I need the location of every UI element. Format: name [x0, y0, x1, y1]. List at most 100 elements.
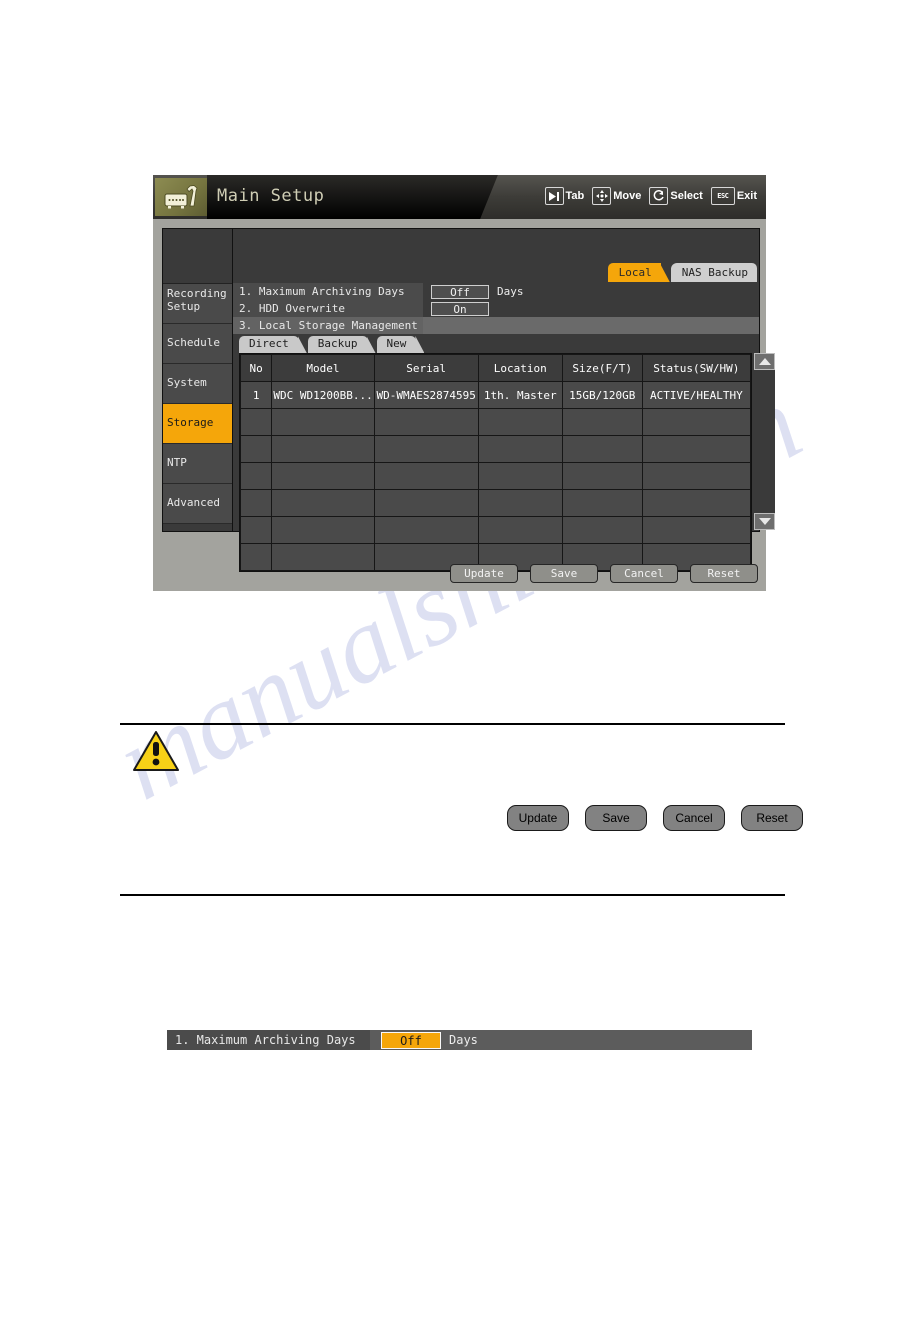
column-header-location: Location	[477, 354, 563, 382]
sidebar-item-recording-setup[interactable]: Recording Setup	[163, 284, 232, 324]
update-button[interactable]: Update	[450, 564, 518, 583]
setting-row-hdd-overwrite[interactable]: 2. HDD Overwrite On	[233, 300, 759, 317]
max-archiving-days-detail-strip: 1. Maximum Archiving Days Off Days	[167, 1030, 752, 1050]
cell-empty	[271, 408, 375, 436]
dvr-setup-panel: Main Setup Tab Move Select ESC Exit Reco…	[153, 175, 775, 591]
storage-source-tabs: Local NAS Backup	[607, 263, 757, 282]
setting-value-area	[423, 317, 759, 334]
panel-body: Recording Setup Schedule System Storage …	[162, 228, 775, 572]
cell-empty	[271, 489, 375, 517]
sidebar-item-label: Recording Setup	[167, 287, 227, 313]
table-row[interactable]	[239, 408, 752, 436]
column-header-size: Size(F/T)	[561, 354, 643, 382]
sidebar-item-advanced[interactable]: Advanced	[163, 484, 232, 524]
hint-move: Move	[592, 187, 646, 205]
esc-key-icon: ESC	[710, 187, 735, 205]
cell-empty	[561, 516, 643, 544]
sidebar-tail	[163, 524, 232, 525]
tab-new-label: New	[386, 337, 407, 350]
table-row[interactable]	[239, 435, 752, 463]
table-row[interactable]	[239, 462, 752, 490]
note-cancel-button[interactable]: Cancel	[663, 805, 725, 831]
save-button[interactable]: Save	[530, 564, 598, 583]
table-header-row: No Model Serial Location Size(F/T) Statu…	[239, 354, 752, 382]
sidebar-item-schedule[interactable]: Schedule	[163, 324, 232, 364]
column-header-no: No	[239, 354, 273, 382]
scroll-down-button[interactable]	[754, 513, 775, 530]
scroll-up-button[interactable]	[754, 353, 775, 370]
setting-row-max-archiving-days[interactable]: 1. Maximum Archiving Days Off Days	[233, 283, 759, 300]
sidebar-item-label: System	[167, 376, 207, 389]
setting-label: 1. Maximum Archiving Days	[233, 283, 423, 300]
note-action-buttons: Update Save Cancel Reset	[507, 805, 803, 831]
column-header-status: Status(SW/HW)	[641, 354, 752, 382]
cell-empty	[373, 516, 479, 544]
cell-empty	[271, 462, 375, 490]
cell-empty	[561, 408, 643, 436]
cancel-button[interactable]: Cancel	[610, 564, 678, 583]
enter-key-icon	[649, 187, 669, 205]
cell-empty	[239, 435, 273, 463]
table-scrollbar[interactable]	[754, 353, 775, 530]
tab-direct-label: Direct	[249, 337, 289, 350]
cell-empty	[641, 435, 752, 463]
sidebar-item-label: Advanced	[167, 496, 220, 509]
column-header-serial: Serial	[373, 354, 479, 382]
sidebar-item-label: Storage	[167, 416, 214, 429]
cell-empty	[239, 516, 273, 544]
tab-direct[interactable]: Direct	[239, 336, 299, 353]
tab-new[interactable]: New	[376, 336, 417, 353]
hint-exit-label: Exit	[736, 190, 757, 202]
title-bar: Main Setup Tab Move Select ESC Exit	[153, 175, 766, 219]
cell-empty	[561, 462, 643, 490]
router-wrench-icon	[155, 178, 207, 216]
setting-label: 2. HDD Overwrite	[233, 300, 423, 317]
max-archiving-days-value[interactable]: Off	[431, 284, 489, 299]
hint-tab-label: Tab	[565, 190, 585, 202]
cell-empty	[641, 462, 752, 490]
tab-key-icon	[544, 187, 564, 205]
cell-empty	[373, 408, 479, 436]
note-save-button[interactable]: Save	[585, 805, 647, 831]
cell-empty	[373, 435, 479, 463]
table-row[interactable]	[239, 489, 752, 517]
cell-empty	[641, 516, 752, 544]
hint-move-label: Move	[613, 190, 642, 202]
sidebar: Recording Setup Schedule System Storage …	[163, 229, 233, 531]
column-header-model: Model	[271, 354, 375, 382]
key-hints: Tab Move Select ESC Exit	[544, 187, 762, 205]
hdd-overwrite-value[interactable]: On	[431, 301, 489, 316]
scroll-up-arrow-icon	[758, 358, 771, 365]
note-update-button[interactable]: Update	[507, 805, 569, 831]
tab-nas-backup-label: NAS Backup	[681, 266, 748, 279]
detail-strip-unit: Days	[449, 1033, 478, 1047]
tab-backup[interactable]: Backup	[307, 336, 368, 353]
hdd-table: No Model Serial Location Size(F/T) Statu…	[239, 353, 752, 572]
cell-empty	[477, 435, 563, 463]
table-row[interactable]: 1 WDC WD1200BB... WD-WMAES2874595 1th. M…	[239, 381, 752, 409]
sidebar-item-storage[interactable]: Storage	[163, 404, 232, 444]
hint-exit: ESC Exit	[710, 187, 762, 205]
hint-tab: Tab	[544, 187, 590, 205]
note-reset-button[interactable]: Reset	[741, 805, 803, 831]
tab-local[interactable]: Local	[607, 263, 661, 282]
cell-empty	[561, 435, 643, 463]
detail-strip-value[interactable]: Off	[381, 1031, 441, 1049]
table-row[interactable]	[239, 516, 752, 544]
sidebar-item-system[interactable]: System	[163, 364, 232, 404]
sidebar-item-label: Schedule	[167, 336, 220, 349]
detail-strip-label: 1. Maximum Archiving Days	[167, 1030, 370, 1050]
cell-serial: WD-WMAES2874595	[373, 381, 479, 409]
tab-nas-backup[interactable]: NAS Backup	[670, 263, 757, 282]
cell-empty	[477, 516, 563, 544]
scroll-down-arrow-icon	[758, 518, 771, 525]
cell-empty	[477, 408, 563, 436]
cell-empty	[641, 489, 752, 517]
max-archiving-days-unit: Days	[497, 285, 524, 298]
setting-row-local-storage-management[interactable]: 3. Local Storage Management	[233, 317, 759, 334]
content-area: Local NAS Backup 1. Maximum Archiving Da…	[233, 229, 775, 572]
sidebar-item-ntp[interactable]: NTP	[163, 444, 232, 484]
reset-button[interactable]: Reset	[690, 564, 758, 583]
sidebar-spacer	[163, 229, 232, 284]
hint-select: Select	[649, 187, 707, 205]
